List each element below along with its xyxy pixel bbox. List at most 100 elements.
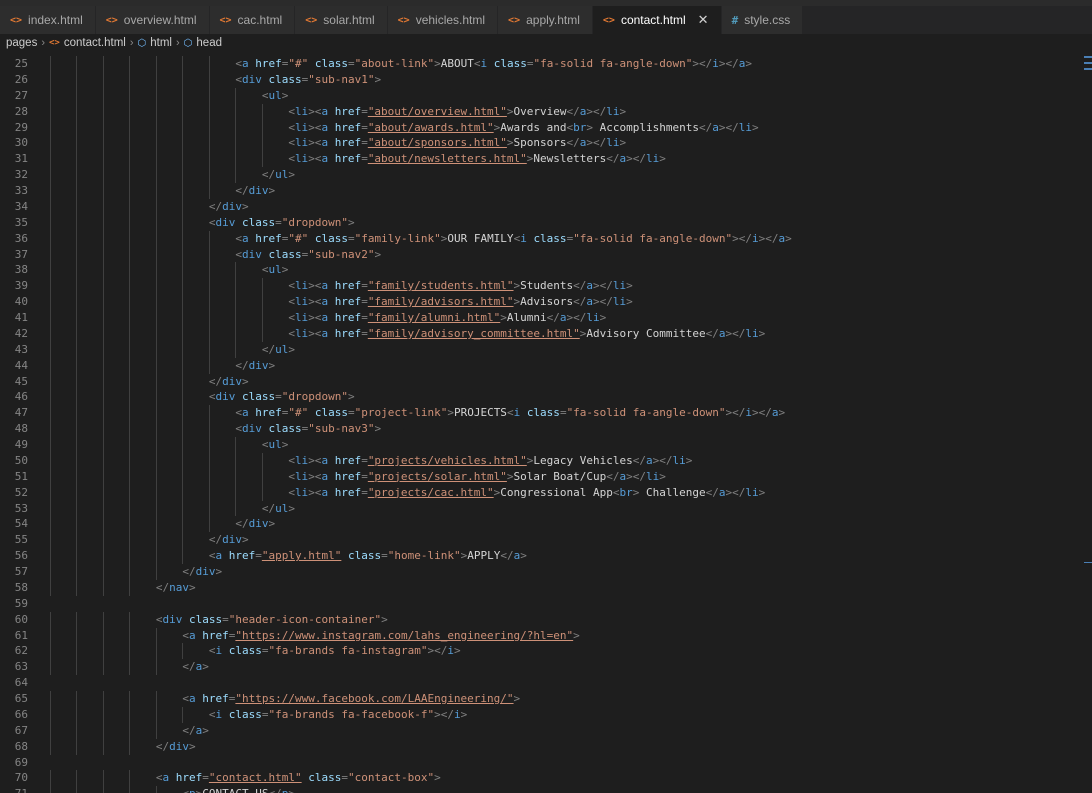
indent-guide: [50, 691, 51, 707]
indent-guide: [208, 71, 210, 88]
breadcrumb-item[interactable]: pages: [6, 37, 37, 49]
indent-guide: [155, 468, 157, 485]
code-line[interactable]: 57 </div>: [0, 564, 1092, 580]
code-line[interactable]: 51 <li><a href="projects/solar.html">Sola…: [0, 468, 1092, 485]
code-line[interactable]: 67 </a>: [0, 722, 1092, 739]
indent-guide: [208, 230, 210, 247]
code-line[interactable]: 36 <a href="#" class="family-link">OUR FA…: [0, 230, 1092, 247]
indent-guide: [155, 421, 157, 437]
code-text: </a>: [182, 723, 209, 739]
line-number: 28: [14, 104, 28, 118]
code-line[interactable]: 63 </a>: [0, 659, 1092, 676]
close-icon[interactable]: ✕: [698, 12, 709, 28]
indent-guide: [182, 230, 184, 247]
indent-guide: [182, 389, 184, 406]
code-line[interactable]: 68 </div>: [0, 738, 1092, 755]
code-token: </: [155, 580, 170, 594]
code-line[interactable]: 70 <a href="contact.html" class="contact-…: [0, 770, 1092, 787]
code-token: </: [261, 168, 276, 182]
code-text: <p>CONTACT US</p>: [182, 786, 295, 793]
code-token: class: [189, 612, 223, 626]
code-line[interactable]: 32 </ul>: [0, 167, 1092, 183]
code-line[interactable]: 49 <ul>: [0, 437, 1092, 453]
code-text: </div>: [182, 564, 222, 580]
tab-apply-html[interactable]: <> apply.html: [498, 6, 593, 34]
code-token: "project-link": [354, 406, 448, 420]
code-line[interactable]: 37 <div class="sub-nav2">: [0, 246, 1092, 263]
code-line[interactable]: 56 <a href="apply.html" class="home-link"…: [0, 548, 1092, 564]
code-line[interactable]: 59: [0, 596, 1092, 612]
line-number: 36: [14, 231, 28, 245]
code-line[interactable]: 61 <a href="https://www.instagram.com/lah…: [0, 627, 1092, 644]
indent-guide: [182, 198, 184, 215]
code-token: >: [685, 453, 693, 467]
code-line[interactable]: 58 </nav>: [0, 579, 1092, 596]
code-token: class: [526, 406, 560, 420]
code-line[interactable]: 25 <a href="#" class="about-link">ABOUT<i…: [0, 56, 1092, 72]
code-token: "#": [288, 406, 309, 420]
code-text: <div class="sub-nav3">: [235, 421, 381, 437]
code-text: <div class="sub-nav1">: [235, 72, 381, 88]
code-line[interactable]: 53 </ul>: [0, 500, 1092, 517]
code-line[interactable]: 26 <div class="sub-nav1">: [0, 71, 1092, 88]
code-line[interactable]: 62 <i class="fa-brands fa-instagram"></i>: [0, 643, 1092, 660]
code-line[interactable]: 69: [0, 755, 1092, 771]
code-line[interactable]: 47 <a href="#" class="project-link">PROJE…: [0, 405, 1092, 422]
code-line[interactable]: 41 <li><a href="family/alumni.html">Alumn…: [0, 310, 1092, 326]
code-line[interactable]: 30 <li><a href="about/sponsors.html">Spon…: [0, 135, 1092, 152]
code-line[interactable]: 54 </div>: [0, 516, 1092, 533]
tab-index-html[interactable]: <> index.html: [0, 6, 96, 34]
code-line[interactable]: 43 </ul>: [0, 341, 1092, 358]
breadcrumb-item[interactable]: head: [196, 37, 222, 49]
indent-guide: [50, 786, 51, 793]
code-line[interactable]: 46 <div class="dropdown">: [0, 389, 1092, 406]
indent-guide: [129, 643, 131, 660]
breadcrumb-item[interactable]: html: [150, 37, 172, 49]
code-line[interactable]: 48 <div class="sub-nav3">: [0, 421, 1092, 437]
code-line[interactable]: 35 <div class="dropdown">: [0, 214, 1092, 231]
code-line[interactable]: 33 </div>: [0, 183, 1092, 199]
code-line[interactable]: 44 </div>: [0, 357, 1092, 374]
code-line[interactable]: 38 <ul>: [0, 262, 1092, 279]
tab-solar-html[interactable]: <> solar.html: [295, 6, 388, 34]
indent-guide: [50, 722, 51, 739]
code-line[interactable]: 50 <li><a href="projects/vehicles.html">L…: [0, 452, 1092, 469]
code-token: <: [288, 469, 295, 483]
code-line[interactable]: 60 <div class="header-icon-container">: [0, 611, 1092, 628]
code-line[interactable]: 27 <ul>: [0, 87, 1092, 104]
tab-contact-html[interactable]: <> contact.html ✕: [592, 6, 722, 34]
indent-guide: [129, 659, 131, 676]
code-line[interactable]: 55 </div>: [0, 532, 1092, 549]
tab-vehicles-html[interactable]: <> vehicles.html: [387, 6, 499, 34]
code-token: li: [294, 279, 309, 293]
code-line[interactable]: 42 <li><a href="family/advisory_committee…: [0, 325, 1092, 342]
code-token: ABOUT: [440, 57, 474, 70]
code-token: a: [241, 57, 249, 70]
code-line[interactable]: 34 </div>: [0, 198, 1092, 215]
indent-guide: [50, 373, 51, 390]
code-line[interactable]: 40 <li><a href="family/advisors.html">Adv…: [0, 294, 1092, 310]
code-text: </ul>: [262, 167, 295, 183]
indent-guide: [102, 564, 104, 580]
indent-guide: [129, 71, 131, 88]
code-line[interactable]: 65 <a href="https://www.facebook.com/LAAE…: [0, 691, 1092, 707]
code-line[interactable]: 66 <i class="fa-brands fa-facebook-f"></i…: [0, 706, 1092, 723]
breadcrumb-item[interactable]: contact.html: [64, 37, 126, 49]
line-number: 43: [14, 342, 28, 356]
tab-style-css[interactable]: # style.css: [721, 6, 804, 34]
code-line[interactable]: 39 <li><a href="family/students.html">Stu…: [0, 278, 1092, 295]
tab-overview-html[interactable]: <> overview.html: [95, 6, 210, 34]
code-line[interactable]: 71<p>CONTACT US</p>: [0, 786, 1092, 793]
code-editor[interactable]: 25 <a href="#" class="about-link">ABOUT<i…: [0, 56, 1092, 793]
code-line[interactable]: 52 <li><a href="projects/cac.html">Congre…: [0, 484, 1092, 501]
indent-guide: [235, 452, 237, 469]
code-line[interactable]: 28 <li><a href="about/overview.html">Over…: [0, 103, 1092, 120]
code-line[interactable]: 31 <li><a href="about/newsletters.html">N…: [0, 151, 1092, 168]
indent-guide: [155, 310, 157, 326]
code-line[interactable]: 29 <li><a href="about/awards.html">Awards…: [0, 119, 1092, 136]
tab-cac-html[interactable]: <> cac.html: [209, 6, 296, 34]
indent-guide: [155, 119, 157, 136]
code-line[interactable]: 64: [0, 675, 1092, 691]
code-line[interactable]: 45 </div>: [0, 373, 1092, 390]
